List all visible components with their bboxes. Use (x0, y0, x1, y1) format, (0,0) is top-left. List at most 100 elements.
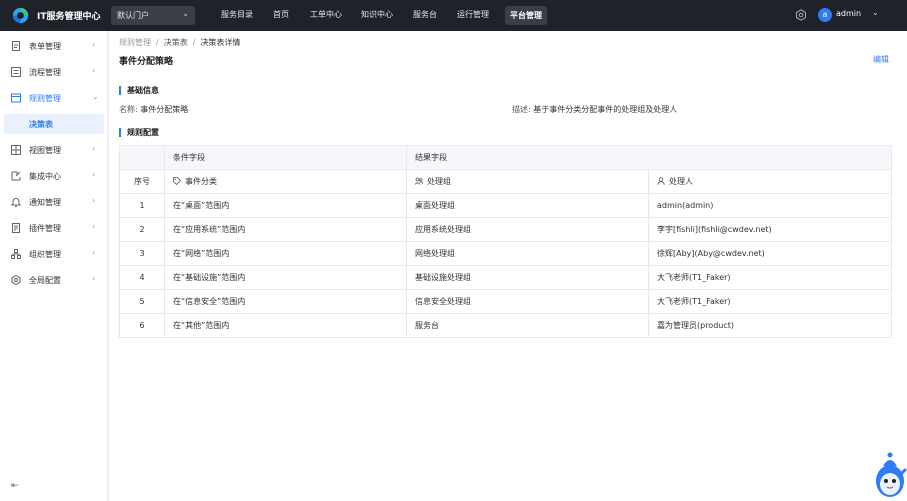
sidebar-item-global-settings[interactable]: 全局配置 › (0, 270, 108, 290)
chevron-right-icon: › (92, 144, 96, 153)
table-row: 1 在“桌面”范围内 桌面处理组 admin(admin) (119, 193, 892, 218)
row-handler: 徐辉[Aby](Aby@cwdev.net) (648, 241, 892, 266)
description-label: 描述: (512, 105, 531, 114)
top-nav-bar: IT服务管理中心 默认门户 ⌄ 服务目录 首页 工单中心 知识中心 服务台 运行… (0, 0, 907, 31)
nav-home[interactable]: 首页 (273, 9, 289, 20)
collapse-sidebar-icon[interactable]: ⇤ (11, 481, 19, 491)
table-column-header-row: 序号 事件分类 处理组 处理人 (119, 169, 892, 194)
nav-platform-management[interactable]: 平台管理 (505, 6, 547, 25)
row-index: 4 (119, 265, 165, 290)
nav-ticket-center[interactable]: 工单中心 (310, 9, 342, 20)
table-row: 5 在“信息安全”范围内 信息安全处理组 大飞老师(T1_Faker) (119, 289, 892, 314)
row-handler-group: 服务台 (406, 313, 649, 338)
form-icon (12, 41, 20, 51)
breadcrumb: 规则管理 / 决策表 / 决策表详情 (119, 38, 241, 47)
chevron-right-icon: › (92, 248, 96, 257)
portal-select-value: 默认门户 (117, 11, 149, 20)
sidebar-item-label: 规则管理 (29, 94, 61, 103)
sidebar-item-integration[interactable]: 集成中心 › (0, 166, 108, 186)
table-row: 3 在“网络”范围内 网络处理组 徐辉[Aby](Aby@cwdev.net) (119, 241, 892, 266)
row-index: 2 (119, 217, 165, 242)
app-title[interactable]: IT服务管理中心 (37, 9, 101, 22)
edit-button[interactable]: 编辑 (873, 54, 889, 65)
row-handler: 大飞老师(T1_Faker) (648, 289, 892, 314)
row-event-category: 在“网络”范围内 (164, 241, 407, 266)
sidebar-item-rules[interactable]: 规则管理 ⌄ (0, 88, 108, 108)
column-header-index: 序号 (119, 169, 165, 194)
portal-select[interactable]: 默认门户 ⌄ (111, 6, 195, 25)
row-handler-group: 应用系统处理组 (406, 217, 649, 242)
sidebar-item-label: 组织管理 (29, 250, 61, 259)
nav-knowledge-center[interactable]: 知识中心 (361, 9, 393, 20)
rules-icon (11, 93, 21, 103)
row-handler-group: 网络处理组 (406, 241, 649, 266)
sidebar-subitem-decision-table[interactable]: 决策表 (4, 114, 104, 134)
sidebar-item-label: 通知管理 (29, 198, 61, 207)
row-index: 6 (119, 313, 165, 338)
group-header-condition: 条件字段 (164, 145, 407, 170)
row-handler-group: 桌面处理组 (406, 193, 649, 218)
integration-icon (11, 171, 21, 181)
column-header-event-category: 事件分类 (164, 169, 407, 194)
sidebar-item-view[interactable]: 视图管理 › (0, 140, 108, 160)
chevron-down-icon: ⌄ (92, 92, 99, 101)
table-row: 2 在“应用系统”范围内 应用系统处理组 李宇[fishli](fishli@c… (119, 217, 892, 242)
sidebar-item-plugin[interactable]: 插件管理 › (0, 218, 108, 238)
group-icon (415, 177, 423, 185)
sidebar-item-form[interactable]: 表单管理 › (0, 36, 108, 56)
row-handler-group: 基础设施处理组 (406, 265, 649, 290)
basic-info-title: 基础信息 (119, 86, 159, 95)
sidebar-item-notification[interactable]: 通知管理 › (0, 192, 108, 212)
column-header-handler-group: 处理组 (406, 169, 649, 194)
description-value: 基于事件分类分配事件的处理组及处理人 (533, 105, 678, 114)
table-group-header-row: 条件字段 结果字段 (119, 145, 892, 170)
gear-icon[interactable] (795, 9, 807, 21)
bell-icon (11, 198, 21, 207)
assistant-mascot-icon[interactable] (873, 448, 907, 501)
chevron-right-icon: › (92, 66, 96, 75)
sidebar-item-label: 表单管理 (29, 42, 61, 51)
breadcrumb-rules[interactable]: 规则管理 (119, 38, 151, 47)
row-handler-group: 信息安全处理组 (406, 289, 649, 314)
user-icon (657, 177, 665, 185)
app-logo-icon[interactable] (12, 7, 29, 24)
org-icon (11, 249, 21, 259)
chevron-down-icon[interactable]: ⌄ (872, 8, 879, 17)
nav-service-desk[interactable]: 服务台 (413, 9, 437, 20)
name-value: 事件分配策略 (140, 105, 189, 114)
chevron-right-icon: › (92, 274, 96, 283)
chevron-down-icon: ⌄ (182, 9, 189, 18)
breadcrumb-decision-table[interactable]: 决策表 (164, 38, 188, 47)
decision-table: 条件字段 结果字段 序号 事件分类 处理组 处理人 1 在“桌面”范围内 桌面处… (119, 145, 892, 338)
sidebar-item-organization[interactable]: 组织管理 › (0, 244, 108, 264)
chevron-right-icon: › (92, 40, 96, 49)
nav-operations[interactable]: 运行管理 (457, 9, 489, 20)
view-icon (11, 145, 21, 155)
user-name[interactable]: admin (836, 9, 861, 18)
table-row: 6 在“其他”范围内 服务台 嘉为管理员(product) (119, 313, 892, 338)
table-row: 4 在“基础设施”范围内 基础设施处理组 大飞老师(T1_Faker) (119, 265, 892, 290)
row-event-category: 在“信息安全”范围内 (164, 289, 407, 314)
group-header-blank (119, 145, 165, 170)
chevron-right-icon: › (92, 196, 96, 205)
nav-service-catalog[interactable]: 服务目录 (221, 9, 253, 20)
row-index: 3 (119, 241, 165, 266)
row-handler: 大飞老师(T1_Faker) (648, 265, 892, 290)
sidebar-item-label: 流程管理 (29, 68, 61, 77)
breadcrumb-current: 决策表详情 (200, 38, 241, 47)
name-field: 名称: 事件分配策略 (119, 104, 188, 115)
sidebar-item-label: 集成中心 (29, 172, 61, 181)
group-header-result: 结果字段 (406, 145, 892, 170)
sidebar-item-flow[interactable]: 流程管理 › (0, 62, 108, 82)
name-label: 名称: (119, 105, 138, 114)
tag-icon (173, 177, 181, 185)
row-event-category: 在“应用系统”范围内 (164, 217, 407, 242)
description-field: 描述: 基于事件分类分配事件的处理组及处理人 (512, 104, 677, 115)
settings-icon (11, 275, 21, 285)
avatar[interactable]: a (818, 8, 832, 22)
sidebar-subitem-label: 决策表 (29, 120, 53, 129)
sidebar: 表单管理 › 流程管理 › 规则管理 ⌄ 决策表 视图管理 › 集成中心 › 通… (0, 31, 108, 501)
sidebar-item-label: 插件管理 (29, 224, 61, 233)
chevron-right-icon: › (92, 222, 96, 231)
column-header-handler: 处理人 (648, 169, 892, 194)
